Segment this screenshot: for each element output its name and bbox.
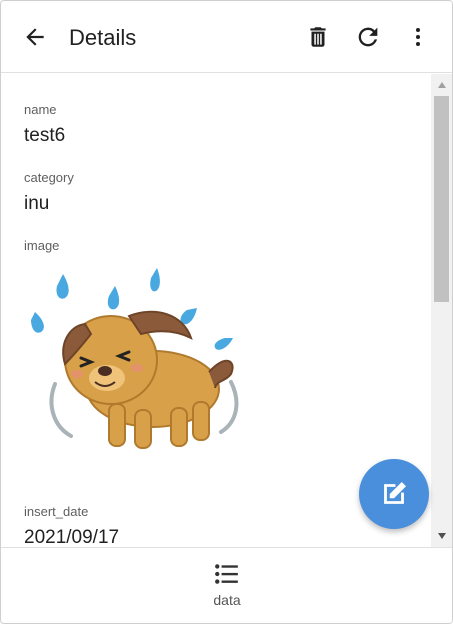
insert-date-value: 2021/09/17: [24, 527, 120, 547]
back-button[interactable]: [15, 17, 55, 57]
vertical-scrollbar[interactable]: [431, 74, 452, 547]
edit-fab-button[interactable]: [359, 459, 429, 529]
app-window: Details name test6 category inu image in…: [0, 0, 453, 624]
name-value: test6: [24, 125, 66, 146]
refresh-button[interactable]: [348, 17, 388, 57]
scroll-up-arrow[interactable]: [431, 76, 452, 94]
insert-date-label: insert_date: [24, 504, 89, 519]
trash-icon: [310, 27, 326, 47]
more-vert-icon: [416, 28, 420, 46]
nav-item-label: data: [213, 592, 241, 608]
image-label: image: [24, 238, 60, 253]
scroll-down-arrow[interactable]: [431, 527, 452, 545]
dog-image: [31, 268, 239, 449]
caret-up-icon: [437, 82, 446, 88]
scrollbar-thumb[interactable]: [434, 96, 449, 302]
name-label: name: [24, 102, 57, 117]
refresh-icon: [358, 27, 378, 47]
category-value: inu: [24, 193, 50, 214]
bottom-navigation: data: [1, 547, 452, 623]
nav-item-data[interactable]: data: [187, 562, 267, 616]
more-options-button[interactable]: [398, 17, 438, 57]
list-icon: [215, 564, 238, 584]
page-title: Details: [69, 25, 137, 50]
delete-button[interactable]: [298, 17, 338, 57]
arrow-back-icon: [26, 28, 44, 46]
edit-icon: [384, 481, 407, 504]
app-bar: Details: [1, 1, 452, 73]
caret-down-icon: [437, 533, 446, 539]
category-label: category: [24, 170, 74, 185]
